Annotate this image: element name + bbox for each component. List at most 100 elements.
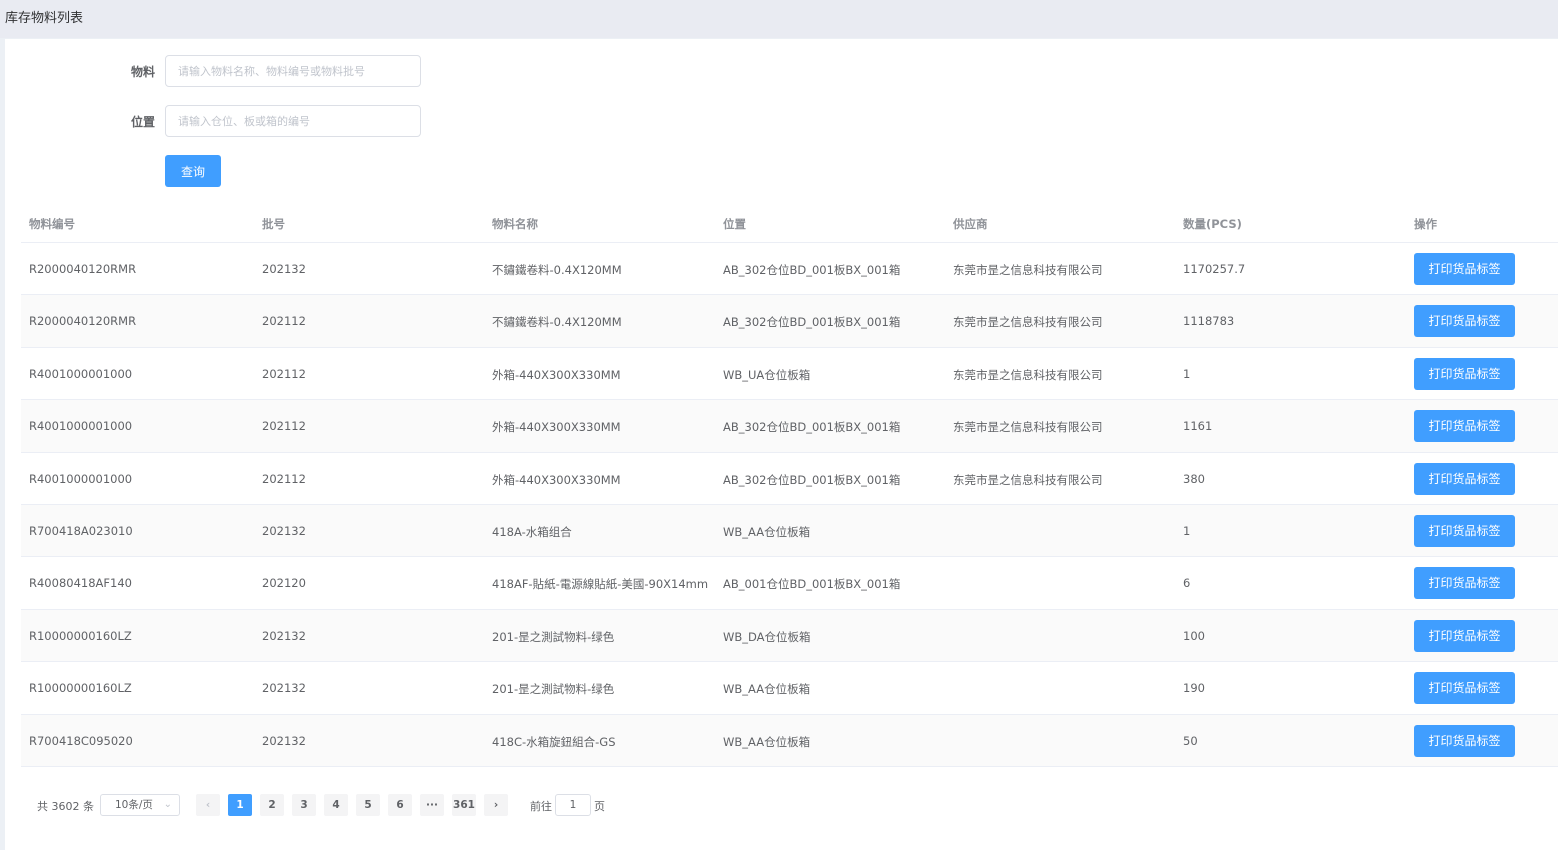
cell-quantity: 1118783 (1183, 314, 1235, 329)
page-number-button[interactable]: 2 (260, 794, 284, 816)
cell-batch-no: 202132 (262, 523, 306, 538)
query-button[interactable]: 查询 (165, 155, 221, 187)
cell-material-name: 外箱-440X300X330MM (492, 367, 621, 382)
print-label-button[interactable]: 打印货品标签 (1414, 410, 1515, 443)
cell-material-code: R2000040120RMR (29, 262, 137, 276)
header-actions: 操作 (1414, 217, 1437, 231)
table-row: R4001000001000 202112 外箱-440X300X330MM AB_3… (21, 453, 1558, 505)
cell-supplier: 东莞市昰之信息科技有限公司 (953, 420, 1103, 435)
prev-page-button[interactable]: ‹ (196, 794, 220, 816)
cell-supplier: 东莞市昰之信息科技有限公司 (953, 315, 1103, 330)
print-label-button[interactable]: 打印货品标签 (1414, 619, 1515, 652)
print-label-button[interactable]: 打印货品标签 (1414, 305, 1515, 338)
cell-batch-no: 202112 (262, 314, 306, 329)
pagination: 共 3602 条 10条/页 ⌄ ‹ 123456 ··· 361 › 前往 页 (5, 794, 805, 818)
title-bar: 库存物料列表 (0, 0, 1558, 38)
page-number-button[interactable]: 5 (356, 794, 380, 816)
inventory-table: 物料编号 批号 物料名称 位置 供应商 数量(PCS) 操作 R20000401… (21, 204, 1558, 767)
cell-material-code: R700418C095020 (29, 733, 133, 748)
goto-page-input[interactable] (555, 794, 591, 816)
cell-quantity: 380 (1183, 471, 1205, 486)
cell-location: WB_AA仓位板箱 (723, 682, 811, 697)
print-label-button[interactable]: 打印货品标签 (1414, 253, 1515, 285)
cell-material-code: R10000000160LZ (29, 681, 132, 696)
header-location: 位置 (723, 217, 746, 231)
page-number-button[interactable]: 6 (388, 794, 412, 816)
cell-location: WB_AA仓位板箱 (723, 524, 811, 539)
print-label-button[interactable]: 打印货品标签 (1414, 724, 1515, 757)
cell-material-name: 不鏽鐵卷料-0.4X120MM (492, 315, 622, 330)
cell-material-code: R4001000001000 (29, 366, 133, 381)
print-label-button[interactable]: 打印货品标签 (1414, 357, 1515, 390)
cell-material-code: R4001000001000 (29, 419, 133, 434)
cell-location: WB_AA仓位板箱 (723, 734, 811, 749)
page-number-button[interactable]: 3 (292, 794, 316, 816)
cell-material-code: R40080418AF140 (29, 576, 132, 591)
table-header: 物料编号 批号 物料名称 位置 供应商 数量(PCS) 操作 (21, 204, 1558, 243)
cell-material-name: 418AF-貼紙-電源線貼紙-美國-90X14mm (492, 577, 709, 592)
table-row: R4001000001000 202112 外箱-440X300X330MM AB_3… (21, 400, 1558, 453)
cell-batch-no: 202132 (262, 681, 306, 696)
cell-supplier: 东莞市昰之信息科技有限公司 (953, 472, 1103, 487)
cell-quantity: 1 (1183, 366, 1191, 381)
print-label-button[interactable]: 打印货品标签 (1414, 672, 1515, 705)
header-batch-no: 批号 (262, 217, 285, 231)
page-size-value: 10条/页 (115, 799, 153, 811)
cell-batch-no: 202112 (262, 419, 306, 434)
cell-supplier: 东莞市昰之信息科技有限公司 (953, 367, 1103, 382)
material-label: 物料 (130, 65, 155, 79)
cell-quantity: 50 (1183, 733, 1198, 748)
cell-location: WB_DA仓位板箱 (723, 629, 811, 644)
cell-material-name: 418A-水箱组合 (492, 524, 572, 539)
page-number-button[interactable]: 361 (452, 794, 476, 816)
cell-quantity: 1170257.7 (1183, 262, 1246, 276)
page-number-button[interactable]: 1 (228, 794, 252, 816)
page-size-select[interactable]: 10条/页 ⌄ (100, 794, 180, 816)
chevron-down-icon: ⌄ (163, 799, 172, 810)
table-row: R40080418AF140 202120 418AF-貼紙-電源線貼紙-美國-90… (21, 557, 1558, 610)
pagination-total: 共 3602 条 (37, 800, 94, 813)
cell-quantity: 1 (1183, 523, 1191, 538)
cell-material-code: R4001000001000 (29, 471, 133, 486)
cell-batch-no: 202132 (262, 733, 306, 748)
location-search-input[interactable] (165, 105, 421, 137)
header-material-name: 物料名称 (492, 217, 538, 231)
cell-location: AB_302仓位BD_001板BX_001箱 (723, 472, 901, 487)
cell-material-code: R2000040120RMR (29, 314, 137, 329)
table-row: R2000040120RMR 202132 不鏽鐵卷料-0.4X120MM AB_30… (21, 243, 1558, 296)
print-label-button[interactable]: 打印货品标签 (1414, 514, 1515, 547)
table-row: R10000000160LZ 202132 201-昰之測試物料-绿色 WB_AA仓位… (21, 662, 1558, 715)
page-title: 库存物料列表 (5, 11, 84, 26)
cell-material-name: 不鏽鐵卷料-0.4X120MM (492, 263, 622, 277)
print-label-button[interactable]: 打印货品标签 (1414, 567, 1515, 600)
main-card: 物料 位置 查询 物料编号 批号 物料名称 位置 供应商 数量(PCS) 操作 … (5, 39, 1558, 850)
cell-material-name: 外箱-440X300X330MM (492, 420, 621, 435)
material-search-input[interactable] (165, 55, 421, 87)
cell-batch-no: 202120 (262, 576, 306, 591)
table-row: R2000040120RMR 202112 不鏽鐵卷料-0.4X120MM AB_30… (21, 295, 1558, 348)
cell-material-code: R700418A023010 (29, 523, 133, 538)
header-quantity: 数量(PCS) (1183, 217, 1242, 231)
page-ellipsis-button[interactable]: ··· (420, 794, 444, 816)
header-supplier: 供应商 (953, 217, 988, 231)
cell-location: AB_302仓位BD_001板BX_001箱 (723, 315, 901, 330)
table-row: R10000000160LZ 202132 201-昰之測試物料-绿色 WB_DA仓位… (21, 609, 1558, 663)
cell-location: WB_UA仓位板箱 (723, 367, 811, 382)
cell-location: AB_302仓位BD_001板BX_001箱 (723, 420, 901, 435)
table-row: R700418C095020 202132 418C-水箱旋鈕組合-GS WB_AA仓… (21, 714, 1558, 767)
cell-material-name: 外箱-440X300X330MM (492, 472, 621, 487)
cell-material-name: 418C-水箱旋鈕組合-GS (492, 734, 616, 749)
cell-material-code: R10000000160LZ (29, 628, 132, 643)
table-row: R4001000001000 202112 外箱-440X300X330MM WB_U… (21, 348, 1558, 401)
table-body: R2000040120RMR 202132 不鏽鐵卷料-0.4X120MM AB_30… (21, 243, 1558, 767)
next-page-button[interactable]: › (484, 794, 508, 816)
cell-material-name: 201-昰之測試物料-绿色 (492, 629, 615, 644)
cell-location: AB_302仓位BD_001板BX_001箱 (723, 263, 901, 277)
table-row: R700418A023010 202132 418A-水箱组合 WB_AA仓位板箱 1 打… (21, 504, 1558, 558)
cell-batch-no: 202132 (262, 262, 306, 276)
cell-quantity: 190 (1183, 681, 1205, 696)
page-number-button[interactable]: 4 (324, 794, 348, 816)
cell-batch-no: 202112 (262, 471, 306, 486)
print-label-button[interactable]: 打印货品标签 (1414, 462, 1515, 495)
cell-quantity: 1161 (1183, 419, 1213, 434)
